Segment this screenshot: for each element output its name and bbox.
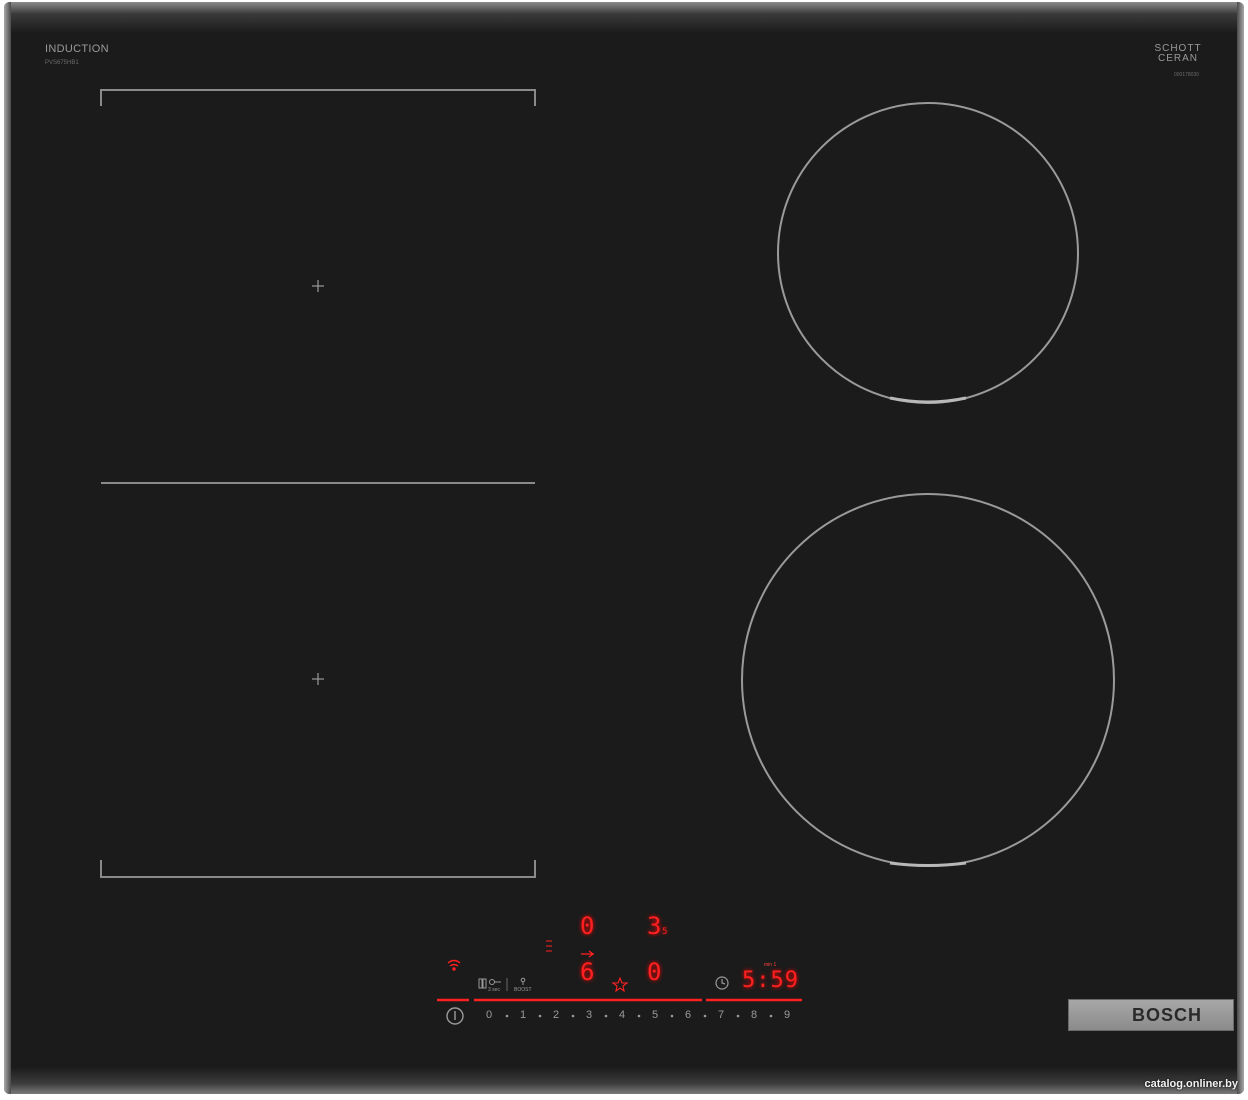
hob-markings bbox=[100, 89, 1122, 1028]
power-level-6[interactable]: 6 bbox=[685, 1009, 691, 1021]
cooking-zone-front-right bbox=[741, 493, 1115, 867]
power-level-2[interactable]: 2 bbox=[553, 1009, 559, 1021]
display-top-left: 0 bbox=[580, 912, 595, 940]
favorite-star-icon bbox=[611, 976, 629, 993]
flex-zone-bottom-bracket bbox=[100, 860, 536, 878]
lock-label: 3 sec bbox=[488, 987, 500, 993]
display-top-right: 3 bbox=[647, 912, 662, 940]
cooking-zone-rear-right bbox=[777, 102, 1079, 404]
power-level-3[interactable]: 3 bbox=[586, 1009, 592, 1021]
timer-label: min 1 bbox=[764, 962, 777, 968]
timer-display: 5:59 bbox=[742, 968, 799, 993]
boost-label: BOOST bbox=[514, 987, 532, 993]
power-level-0[interactable]: 0 bbox=[486, 1009, 492, 1021]
display-bottom-right: 0 bbox=[647, 958, 662, 986]
bosch-badge: BOSCH bbox=[1068, 999, 1234, 1031]
bosch-brand-text: BOSCH bbox=[1131, 1004, 1202, 1025]
power-level-1[interactable]: 1 bbox=[520, 1009, 526, 1021]
wifi-icon bbox=[447, 959, 461, 971]
power-level-9[interactable]: 9 bbox=[784, 1009, 790, 1021]
power-level-4[interactable]: 4 bbox=[619, 1009, 625, 1021]
flex-zone-bottom-center-mark bbox=[312, 673, 324, 685]
power-level-8[interactable]: 8 bbox=[751, 1009, 757, 1021]
display-bottom-left: 6 bbox=[580, 958, 595, 986]
child-lock-icon bbox=[489, 979, 501, 985]
flex-zone-top-center-mark bbox=[312, 280, 324, 292]
watermark: catalog.onliner.by bbox=[1144, 1078, 1238, 1090]
power-icon bbox=[446, 1007, 464, 1025]
timer-clock-icon bbox=[715, 976, 729, 990]
cooking-zone-front-right-marker bbox=[889, 861, 967, 867]
wipe-protect-icon bbox=[478, 978, 487, 989]
boost-icon bbox=[520, 977, 526, 985]
zone-selector-icon bbox=[546, 940, 552, 952]
flex-zone-top-bracket bbox=[100, 89, 536, 106]
flex-move-icon bbox=[581, 950, 595, 958]
display-top-right-small: 5 bbox=[662, 927, 668, 937]
power-level-7[interactable]: 7 bbox=[718, 1009, 724, 1021]
power-scale-dots bbox=[505, 1014, 773, 1018]
power-level-5[interactable]: 5 bbox=[652, 1009, 658, 1021]
cooking-zone-rear-right-marker bbox=[889, 396, 967, 404]
